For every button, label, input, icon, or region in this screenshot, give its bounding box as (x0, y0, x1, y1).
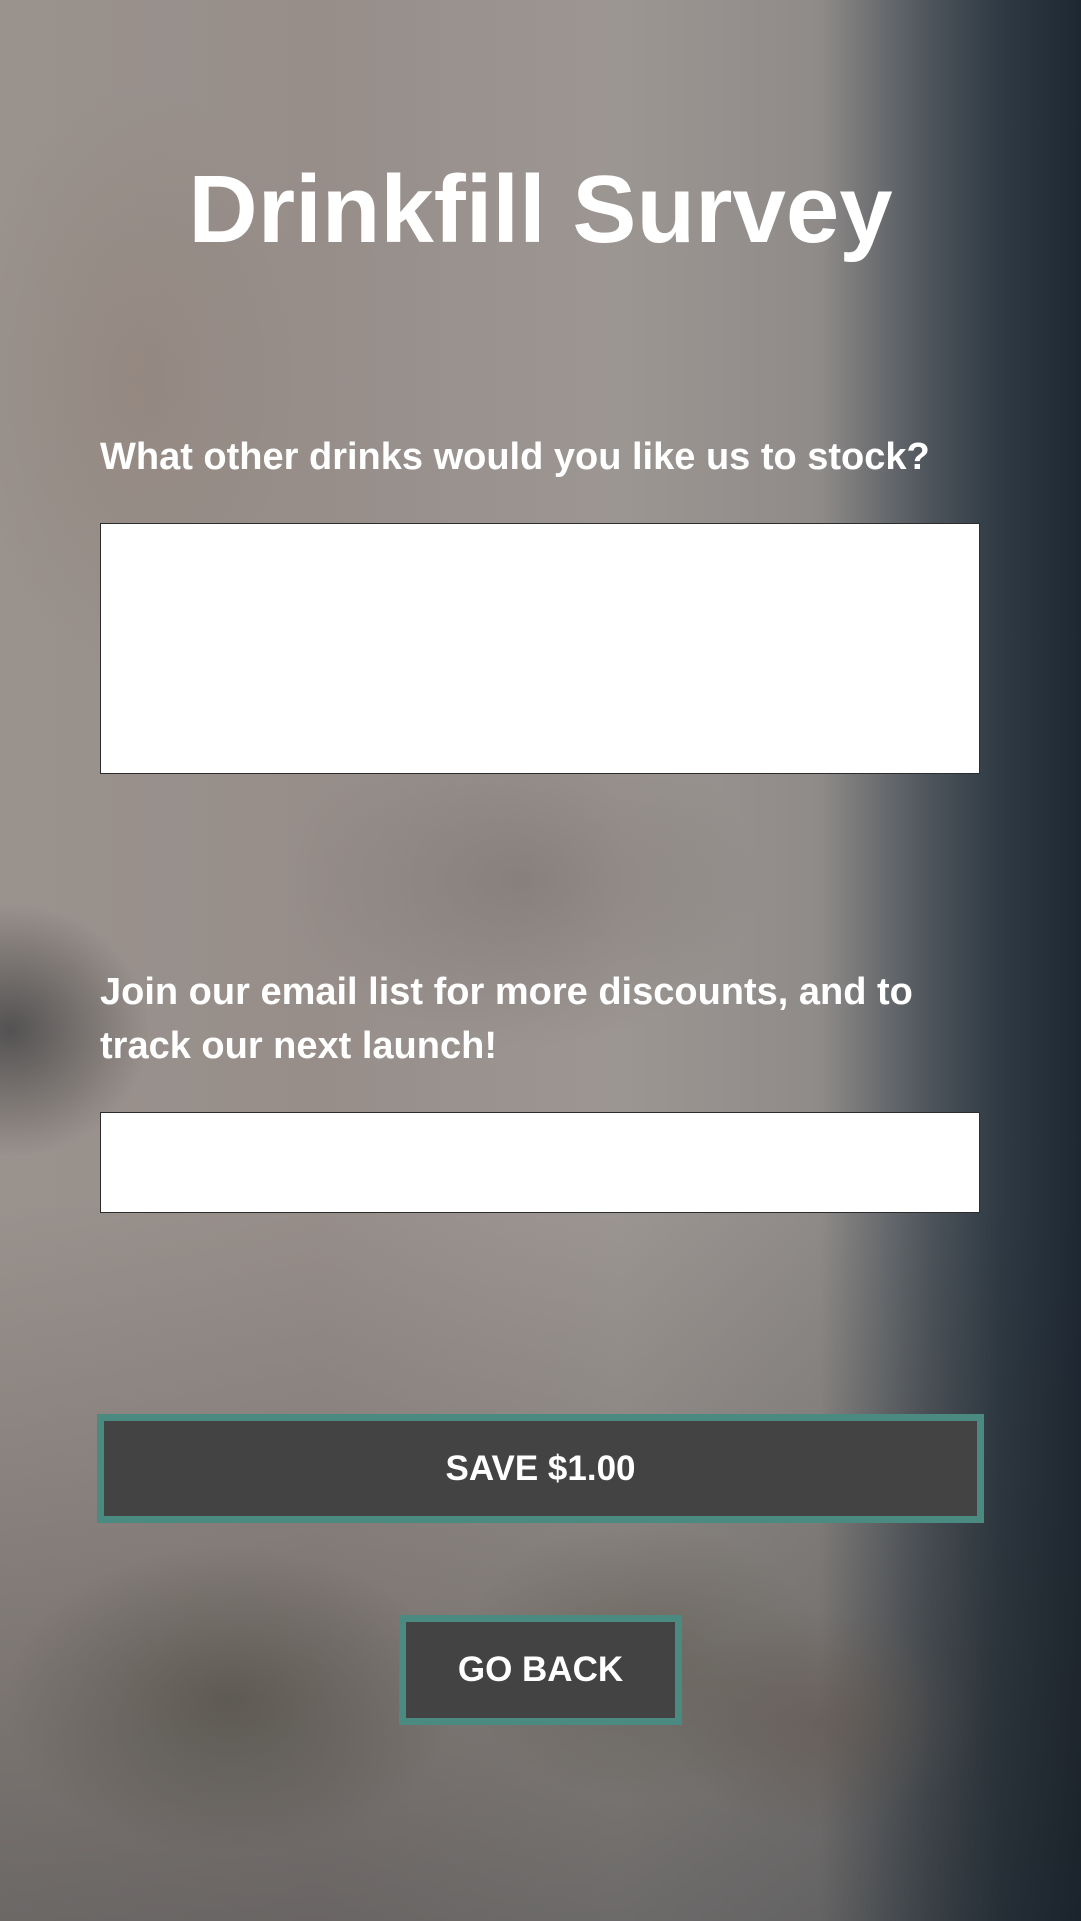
email-signup-label: Join our email list for more discounts, … (100, 971, 913, 1067)
drinks-suggestion-textarea[interactable] (100, 523, 980, 774)
drinks-question-label: What other drinks would you like us to s… (100, 436, 930, 478)
save-button[interactable]: SAVE $1.00 (97, 1414, 984, 1523)
email-field[interactable] (100, 1112, 980, 1213)
go-back-button[interactable]: GO BACK (399, 1615, 682, 1725)
page-title: Drinkfill Survey (188, 156, 893, 263)
